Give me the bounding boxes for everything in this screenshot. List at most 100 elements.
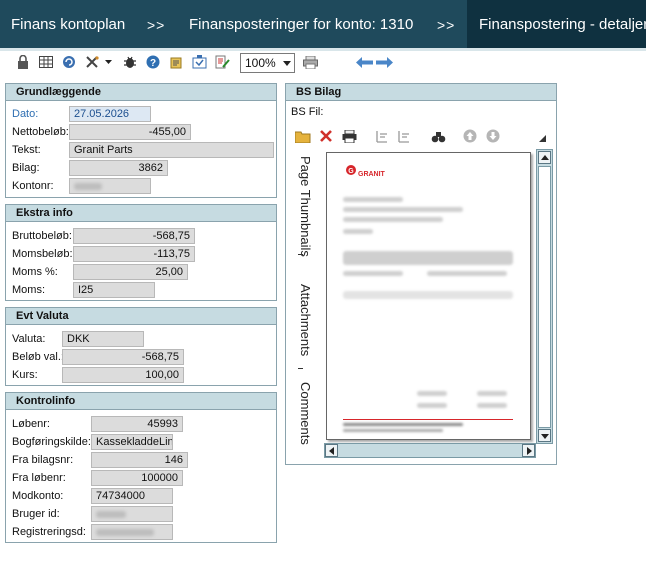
redacted-line (343, 429, 443, 432)
modkonto-field[interactable]: 74734000 (91, 488, 173, 504)
breadcrumb-separator: >> (437, 17, 456, 33)
tab-comments[interactable]: Comments (298, 382, 313, 445)
fra-loebenr-field[interactable]: 100000 (91, 470, 183, 486)
dropdown-caret-icon[interactable] (104, 54, 112, 70)
delete-icon[interactable] (318, 128, 334, 144)
group-ekstra-info: Ekstra info Bruttobeløb: -568,75 Momsbel… (5, 204, 277, 301)
bilag-field[interactable]: 3862 (69, 160, 168, 176)
registreringsdato-label: Registreringsd: (12, 526, 86, 538)
redacted-line (343, 271, 403, 276)
tab-divider (298, 254, 303, 255)
open-folder-icon[interactable] (295, 128, 311, 144)
dato-field[interactable]: 27.05.2026 (69, 106, 151, 122)
svg-text:G: G (348, 168, 354, 175)
tab-page-thumbnails[interactable]: Page Thumbnails (298, 156, 313, 257)
group-title: Grundlæggende (6, 84, 276, 101)
breadcrumb-item-kontoplan[interactable]: Finans kontoplan (11, 0, 125, 48)
zoom-value: 100% (245, 56, 276, 70)
bug-icon[interactable] (122, 54, 138, 70)
breadcrumb-item-posteringer[interactable]: Finansposteringer for konto: 1310 (189, 0, 413, 48)
printer-icon[interactable] (302, 54, 318, 70)
dato-label: Dato: (12, 108, 39, 120)
horizontal-scrollbar[interactable] (324, 443, 536, 458)
momsbeloeb-label: Momsbeløb: (12, 248, 73, 260)
arrow-left-icon[interactable] (355, 54, 373, 70)
beloeb-val-label: Beløb val.: (12, 351, 64, 363)
redacted-value (96, 529, 154, 536)
bogfoeringskilde-field[interactable]: KassekladdeLinj (91, 434, 173, 450)
group-kontrolinfo: Kontrolinfo Løbenr: 45993 Bogføringskild… (5, 392, 277, 543)
registreringsdato-field[interactable] (91, 524, 173, 540)
group-title: BS Bilag (286, 84, 556, 101)
loebenr-field[interactable]: 45993 (91, 416, 183, 432)
kontonr-label: Kontonr: (12, 180, 54, 192)
group-evt-valuta: Evt Valuta Valuta: DKK Beløb val.: -568,… (5, 307, 277, 386)
moms-pct-field[interactable]: 25,00 (73, 264, 188, 280)
bruttobeloeb-field[interactable]: -568,75 (73, 228, 195, 244)
help-icon[interactable]: ? (145, 54, 161, 70)
scroll-left-button[interactable] (325, 444, 338, 457)
bogfoeringskilde-label: Bogføringskilde: (12, 436, 91, 448)
vertical-scrollbar[interactable] (536, 149, 553, 444)
import-icon[interactable] (168, 54, 184, 70)
redacted-value (96, 511, 126, 518)
tab-attachments[interactable]: Attachments (298, 284, 313, 356)
logo-text: GRANIT (358, 171, 386, 178)
group-title: Evt Valuta (6, 308, 276, 325)
kurs-label: Kurs: (12, 369, 38, 381)
breadcrumb: Finans kontoplan >> Finansposteringer fo… (0, 0, 646, 48)
moms-label: Moms: (12, 284, 45, 296)
redacted-line (343, 207, 463, 212)
zoom-select[interactable]: 100% (240, 53, 295, 73)
redacted-line (343, 423, 463, 426)
tekst-label: Tekst: (12, 144, 41, 156)
bruger-id-label: Bruger id: (12, 508, 60, 520)
beloeb-val-field[interactable]: -568,75 (62, 349, 184, 365)
redacted-line (417, 391, 447, 396)
momsbeloeb-field[interactable]: -113,75 (73, 246, 195, 262)
scroll-down-button[interactable] (538, 429, 551, 442)
document-page: G GRANIT (326, 152, 531, 440)
scroll-thumb[interactable] (538, 166, 551, 428)
printer-icon[interactable] (341, 128, 357, 144)
kontonr-field[interactable] (69, 178, 151, 194)
granit-logo: G GRANIT (345, 163, 393, 179)
group-title: Kontrolinfo (6, 393, 276, 410)
bruger-id-field[interactable] (91, 506, 173, 522)
redacted-line (417, 403, 447, 408)
nettobeloeb-field[interactable]: -455,00 (69, 124, 191, 140)
export-icon[interactable] (191, 54, 207, 70)
bruttobeloeb-label: Bruttobeløb: (12, 230, 72, 242)
toolbar-corner-icon (538, 134, 546, 142)
refresh-icon[interactable] (61, 54, 77, 70)
group-title: Ekstra info (6, 205, 276, 222)
scroll-up-button[interactable] (538, 151, 551, 164)
valuta-label: Valuta: (12, 333, 46, 345)
kurs-field[interactable]: 100,00 (62, 367, 184, 383)
lock-icon[interactable] (15, 54, 31, 70)
redacted-line (427, 271, 507, 276)
tekst-field[interactable]: Granit Parts (69, 142, 274, 158)
tools-icon[interactable] (84, 54, 100, 70)
redacted-line (343, 291, 513, 299)
breadcrumb-separator: >> (147, 17, 166, 33)
bilag-label: Bilag: (12, 162, 40, 174)
loebenr-label: Løbenr: (12, 418, 50, 430)
arrow-up-icon[interactable] (462, 128, 478, 144)
svg-text:?: ? (150, 58, 156, 69)
redacted-line (343, 197, 403, 202)
valuta-field[interactable]: DKK (62, 331, 144, 347)
edit-icon[interactable] (214, 54, 230, 70)
redacted-value (74, 183, 102, 190)
chevron-down-icon (283, 61, 291, 66)
first-page-icon[interactable] (374, 128, 390, 144)
find-icon[interactable] (430, 128, 446, 144)
arrow-down-icon[interactable] (485, 128, 501, 144)
scroll-right-button[interactable] (522, 444, 535, 457)
moms-field[interactable]: I25 (73, 282, 155, 298)
grid-icon[interactable] (38, 54, 54, 70)
arrow-right-icon[interactable] (375, 54, 393, 70)
fra-bilagsnr-field[interactable]: 146 (91, 452, 188, 468)
toolbar: ? 100% (0, 51, 646, 75)
next-page-icon[interactable] (396, 128, 412, 144)
